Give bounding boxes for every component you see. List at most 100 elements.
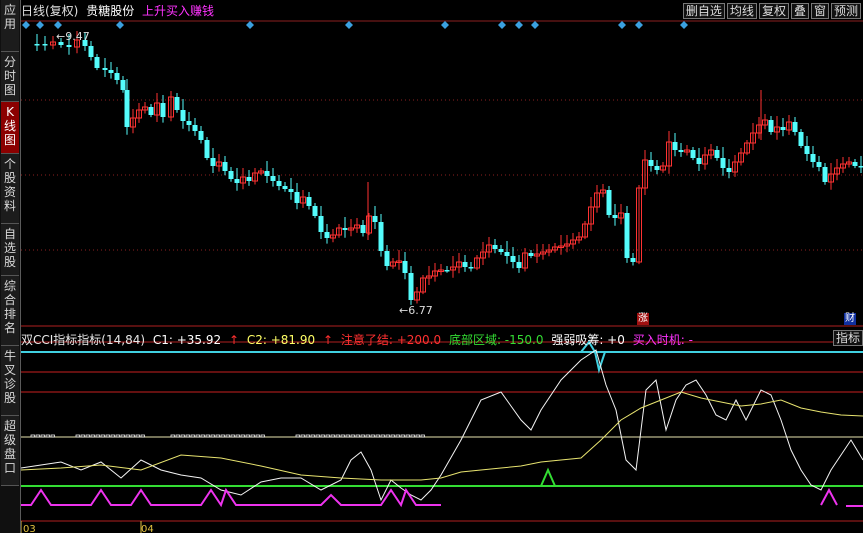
strength-bar (35, 434, 40, 438)
strength-bar (230, 434, 235, 438)
window-button[interactable]: 窗 (810, 3, 829, 19)
strength-bar (200, 434, 205, 438)
sidebar-tab-diagnose[interactable]: 牛叉诊股 (1, 346, 19, 416)
bottom-signal (540, 467, 556, 487)
candle-body (408, 273, 414, 300)
sidebar-tab-intraday[interactable]: 分时图 (1, 52, 19, 102)
candle-body (124, 90, 130, 127)
candle-body (378, 222, 384, 251)
candle-body (148, 107, 154, 115)
chart-area[interactable]: ←9.47 ←6.77 03 04 (21, 0, 863, 533)
forecast-button[interactable]: 预测 (830, 3, 861, 19)
strength-bar (175, 434, 180, 438)
strength-bar (135, 434, 140, 438)
candle-body (66, 45, 72, 47)
candle-body (792, 122, 798, 132)
attention-value: 注意了结: +200.0 (340, 333, 442, 347)
cci-line-c2 (21, 391, 863, 481)
sidebar-tab-kline[interactable]: K线图 (1, 102, 19, 154)
up-arrow-icon: ↑ (322, 333, 334, 347)
candle-body (444, 270, 450, 272)
strength-bar (90, 434, 95, 438)
candle-body (468, 267, 474, 269)
candle-body (504, 252, 510, 256)
moving-average-button[interactable]: 均线 (726, 3, 757, 19)
indicator-button[interactable]: 指标 (832, 330, 863, 346)
strength-bar (325, 434, 330, 438)
strength-bar (180, 434, 185, 438)
strength-bar (335, 434, 340, 438)
candle-body (696, 158, 702, 164)
adjust-button[interactable]: 复权 (758, 3, 789, 19)
sidebar-tab-orderbook[interactable]: 超级盘口 (1, 416, 19, 486)
signal-diamond-icon (36, 21, 44, 29)
signal-diamond-icon (635, 21, 643, 29)
sidebar-tab-ranking[interactable]: 综合排名 (1, 276, 19, 346)
candle-body (234, 179, 240, 183)
candle-body (816, 162, 822, 167)
strength-bar (345, 434, 350, 438)
signal-diamond-icon (54, 21, 62, 29)
candle-body (630, 258, 636, 262)
sidebar-tab-apps[interactable]: 应用 (1, 0, 19, 52)
strength-bar (255, 434, 260, 438)
strength-bar (215, 434, 220, 438)
finance-badge[interactable]: 财 (844, 313, 856, 325)
candle-body (222, 162, 228, 171)
candle-body (264, 171, 270, 176)
strength-bar (100, 434, 105, 438)
candle-body (324, 232, 330, 238)
candle-body (114, 73, 120, 80)
candle-body (612, 215, 618, 218)
strength-bar (410, 434, 415, 438)
candle-body (726, 168, 732, 172)
strength-bar (305, 434, 310, 438)
candle-body (94, 57, 100, 68)
strength-bar (340, 434, 345, 438)
strength-bar (300, 434, 305, 438)
period-label[interactable]: 日线(复权) (21, 4, 78, 18)
candle-body (102, 68, 108, 70)
candle-body (462, 262, 468, 267)
candle-body (276, 181, 282, 186)
candle-body (174, 97, 180, 110)
remove-watchlist-button[interactable]: 删自选 (682, 3, 725, 19)
rise-badge[interactable]: 涨 (637, 313, 649, 325)
candle-body (606, 190, 612, 215)
strength-bar (260, 434, 265, 438)
strength-bar (375, 434, 380, 438)
strategy-label: 上升买入赚钱 (142, 4, 215, 18)
strength-bar (195, 434, 200, 438)
candle-body (342, 228, 348, 230)
strength-bar (30, 434, 35, 438)
candle-body (160, 103, 166, 117)
strength-bar (120, 434, 125, 438)
strength-bar (310, 434, 315, 438)
strength-bar (400, 434, 405, 438)
strength-bar (405, 434, 410, 438)
strength-bar (185, 434, 190, 438)
high-price-label: ←9.47 (56, 30, 90, 43)
candle-body (858, 166, 863, 168)
candle-body (768, 120, 774, 132)
strength-bar (115, 434, 120, 438)
candle-body (720, 158, 726, 168)
sidebar-tab-watchlist[interactable]: 自选股 (1, 224, 19, 276)
signal-diamond-icon (498, 21, 506, 29)
strength-bar (130, 434, 135, 438)
c1-value: C1: +35.92 (152, 333, 222, 347)
candle-body (372, 216, 378, 222)
strength-bar (245, 434, 250, 438)
candle-body (210, 158, 216, 166)
candle-body (714, 150, 720, 158)
candle-body (804, 146, 810, 154)
candle-body (798, 132, 804, 146)
strength-value: 强弱吸筹: +0 (551, 333, 625, 347)
strength-bar (370, 434, 375, 438)
indicator-name[interactable]: 双CCI指标指标(14,84) (21, 333, 145, 347)
candle-body (270, 176, 276, 181)
signal-diamond-icon (116, 21, 124, 29)
candle-body (294, 192, 300, 203)
overlay-button[interactable]: 叠 (790, 3, 809, 19)
sidebar-tab-profile[interactable]: 个股资料 (1, 154, 19, 224)
